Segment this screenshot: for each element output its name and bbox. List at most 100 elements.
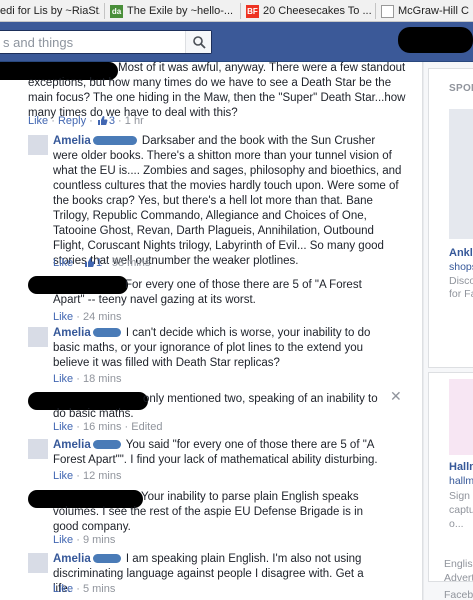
ad-title[interactable]: Ankle: [449, 247, 473, 259]
language-link[interactable]: English: [444, 557, 473, 571]
search-icon: [193, 36, 206, 49]
thumbs-up-icon: [97, 116, 108, 125]
ad-text: Sign: [449, 490, 471, 502]
comment-actions: Like · 24 mins: [53, 311, 122, 323]
comment-author[interactable]: Amelia: [53, 439, 91, 451]
ad-text: captu: [449, 504, 473, 516]
like-link[interactable]: Like: [53, 421, 73, 433]
reply-comment: Your inability to parse plain English sp…: [0, 486, 423, 550]
like-link[interactable]: Like: [28, 115, 48, 127]
redacted-surname: [92, 328, 121, 338]
browser-window: edi for Lis by ~RiaSt... da The Exile by…: [0, 0, 473, 600]
bookmarks-bar: edi for Lis by ~RiaSt... da The Exile by…: [0, 0, 473, 22]
comment-text: Amelia Darksaber and the book with the S…: [53, 134, 403, 269]
like-count[interactable]: 3: [109, 115, 115, 127]
avatar[interactable]: [28, 135, 48, 155]
reply-comment: Amelia Darksaber and the book with the S…: [0, 132, 423, 272]
reply-comment: For every one of those there are 5 of "A…: [0, 274, 423, 324]
bookmark-1[interactable]: edi for Lis by ~RiaSt...: [0, 3, 100, 19]
comment-author[interactable]: Amelia: [53, 553, 91, 565]
advertising-link[interactable]: Advert: [444, 571, 473, 585]
bookmark-3[interactable]: BF 20 Cheesecakes To ...: [246, 3, 371, 19]
search-input[interactable]: s and things: [3, 35, 73, 50]
like-link[interactable]: Like: [53, 257, 73, 269]
reply-comment: Amelia You said "for every one of those …: [0, 436, 423, 486]
bookmark-2-label: The Exile by ~hello-...: [127, 5, 234, 17]
bookmark-4[interactable]: McGraw-Hill C: [381, 3, 473, 19]
like-link[interactable]: Like: [53, 534, 73, 546]
avatar[interactable]: [28, 439, 48, 459]
right-sidebar: SPON Ankle shops Disco for Fa Hallm hall…: [424, 62, 473, 600]
timestamp: 24 mins: [82, 311, 122, 323]
ad-image[interactable]: [449, 109, 473, 239]
like-count[interactable]: 1: [96, 257, 102, 269]
comment-actions: Like · 1 · 58 mins: [53, 257, 151, 269]
search-button[interactable]: [185, 31, 211, 53]
timestamp: 18 mins: [82, 373, 122, 385]
bookmark-divider: [104, 3, 105, 19]
facebook-header: s and things: [0, 22, 473, 62]
reply-comment: Amelia I can't decide which is worse, yo…: [0, 324, 423, 388]
comment-actions: Like · 12 mins: [53, 470, 122, 482]
avatar[interactable]: [28, 553, 48, 573]
comment-actions: Like · Reply · 3 · 1 hr: [28, 115, 144, 127]
bookmark-divider: [240, 3, 241, 19]
comment-thread: Most of it was awful, anyway. There were…: [0, 62, 423, 600]
buzzfeed-icon: BF: [246, 4, 259, 18]
like-link[interactable]: Like: [53, 470, 73, 482]
like-link[interactable]: Like: [53, 311, 73, 323]
ad-image[interactable]: [449, 379, 473, 455]
comment: Most of it was awful, anyway. There were…: [0, 62, 423, 132]
ad-link[interactable]: shops: [449, 261, 473, 273]
timestamp: 58 mins: [111, 257, 151, 269]
comment-text: only mentioned two, speaking of an inabi…: [53, 393, 378, 420]
comment-body: Darksaber and the book with the Sun Crus…: [53, 135, 402, 267]
document-icon: [381, 4, 394, 18]
bookmark-2[interactable]: da The Exile by ~hello-...: [110, 3, 236, 19]
bookmark-divider: [375, 3, 376, 19]
ad-text: o...: [449, 518, 464, 530]
reply-comment: only mentioned two, speaking of an inabi…: [0, 388, 423, 436]
timestamp: 5 mins: [82, 583, 116, 595]
sponsored-header: SPON: [449, 83, 473, 94]
comment-actions: Like · 9 mins: [53, 534, 116, 546]
bookmark-1-label: edi for Lis by ~RiaSt...: [0, 5, 100, 17]
close-icon[interactable]: ✕: [390, 388, 402, 405]
deviantart-icon: da: [110, 4, 123, 18]
comment-actions: Like · 5 mins: [53, 583, 116, 595]
timestamp: 9 mins: [82, 534, 116, 546]
redacted-surname: [92, 136, 137, 146]
search-box[interactable]: s and things: [0, 30, 212, 54]
reply-link[interactable]: Reply: [58, 115, 86, 127]
comment-text: Most of it was awful, anyway. There were…: [28, 62, 406, 119]
sponsored-card: SPON Ankle shops Disco for Fa: [428, 68, 473, 368]
comment-actions: Like · 16 mins · Edited: [53, 421, 163, 433]
sponsored-card: Hallm hallm Sign captu o...: [428, 372, 473, 582]
comment-actions: Like · 18 mins: [53, 373, 122, 385]
timestamp: 1 hr: [124, 115, 144, 127]
avatar[interactable]: [28, 327, 48, 347]
timestamp: 16 mins: [82, 421, 122, 433]
redacted-surname: [92, 554, 121, 564]
like-link[interactable]: Like: [53, 373, 73, 385]
reply-comment: Amelia I am speaking plain English. I'm …: [0, 550, 423, 600]
bookmark-3-label: 20 Cheesecakes To ...: [263, 5, 371, 17]
ad-link[interactable]: hallm: [449, 475, 473, 487]
comment-text: Amelia I can't decide which is worse, yo…: [53, 326, 398, 371]
timestamp: 12 mins: [82, 470, 122, 482]
like-link[interactable]: Like: [53, 583, 73, 595]
comment-text: For every one of those there are 5 of "A…: [53, 279, 362, 306]
comment-text: Amelia You said "for every one of those …: [53, 438, 383, 468]
comment-author[interactable]: Amelia: [53, 135, 91, 147]
bookmark-4-label: McGraw-Hill C: [398, 5, 469, 17]
thumbs-up-icon: [84, 258, 95, 267]
edited-link[interactable]: Edited: [131, 421, 162, 433]
ad-title[interactable]: Hallm: [449, 461, 473, 473]
facebook-copyright: Facebo: [444, 589, 473, 600]
redacted-surname: [92, 440, 121, 450]
ad-text: Disco: [449, 275, 473, 287]
ad-text: for Fa: [449, 288, 473, 300]
comment-text: Your inability to parse plain English sp…: [53, 491, 364, 533]
comment-author[interactable]: Amelia: [53, 327, 91, 339]
redacted-profile-name: [398, 27, 473, 53]
